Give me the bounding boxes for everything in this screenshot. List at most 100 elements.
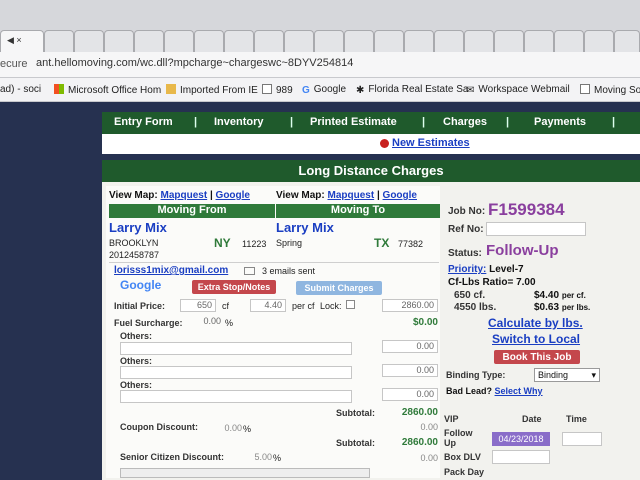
mail-icon: ✉ [466, 85, 475, 96]
initial-total-field[interactable]: 2860.00 [382, 299, 438, 312]
browser-tab[interactable] [104, 30, 134, 52]
box-dlv-date[interactable] [492, 450, 550, 464]
bookmark-label: Imported From IE [180, 85, 258, 96]
bookmark-item[interactable]: ✱ Florida Real Estate Sa [356, 84, 468, 96]
binding-type-label: Binding Type: [446, 370, 506, 380]
follow-up-time[interactable] [562, 432, 602, 446]
browser-tab[interactable] [584, 30, 614, 52]
browser-tab[interactable] [314, 30, 344, 52]
google-link-to[interactable]: Google [383, 190, 417, 201]
senior-discount-input[interactable]: 5.00 [244, 452, 272, 462]
book-this-job-button[interactable]: Book This Job [494, 350, 580, 364]
browser-tab[interactable] [284, 30, 314, 52]
browser-tab[interactable] [134, 30, 164, 52]
priority-link[interactable]: Priority: [448, 264, 486, 275]
switch-to-local-link[interactable]: Switch to Local [492, 332, 580, 346]
others-input[interactable] [120, 366, 352, 379]
from-name: Larry Mix [109, 220, 167, 235]
cf-line: 650 cf. [454, 290, 486, 301]
address-bar[interactable]: ecure ant.hellomoving.com/wc.dll?mpcharg… [0, 52, 640, 78]
ref-no-input[interactable] [486, 222, 586, 236]
priority-row: Priority: Level-7 [448, 264, 524, 275]
browser-tab[interactable] [524, 30, 554, 52]
bookmark-item[interactable]: Microsoft Office Hom [54, 84, 161, 96]
browser-tab[interactable] [434, 30, 464, 52]
google-link-from[interactable]: Google [216, 190, 250, 201]
bookmark-item[interactable]: 989 [262, 84, 293, 96]
follow-up-label: Follow Up [444, 428, 473, 448]
browser-tab[interactable] [254, 30, 284, 52]
fuel-pct: % [225, 318, 234, 328]
bookmark-label: 989 [276, 85, 293, 96]
bookmark-item[interactable]: G Google [302, 84, 346, 96]
nav-separator: | [506, 116, 510, 128]
lock-checkbox[interactable] [346, 300, 355, 309]
bottom-toolbar [120, 468, 370, 478]
ratio-row: Cf-Lbs Ratio= 7.00 [448, 277, 536, 288]
nav-charges[interactable]: Charges [443, 116, 487, 128]
binding-type-select[interactable]: Binding ▾ [534, 368, 600, 382]
bad-lead-row: Bad Lead? Select Why [446, 386, 543, 396]
from-phone: 2012458787 [109, 250, 160, 260]
separator: | [209, 190, 213, 201]
status-value[interactable]: Follow-Up [486, 242, 558, 259]
browser-tab[interactable] [194, 30, 224, 52]
select-why-link[interactable]: Select Why [495, 386, 543, 396]
nav-inventory[interactable]: Inventory [214, 116, 264, 128]
extra-stop-button[interactable]: Extra Stop/Notes [192, 280, 276, 294]
email-link[interactable]: lorisss1mix@gmail.com [114, 265, 228, 276]
ref-no-label: Ref No: [448, 224, 484, 235]
bookmark-item[interactable]: Moving Sof [580, 84, 640, 96]
address-url[interactable]: ant.hellomoving.com/wc.dll?mpcharge~char… [36, 57, 353, 69]
browser-tab[interactable] [404, 30, 434, 52]
new-estimates-link[interactable]: New Estimates [392, 137, 470, 149]
browser-tab[interactable] [44, 30, 74, 52]
subtotal-label: Subtotal: [336, 408, 375, 418]
view-map-label: View Map: [276, 190, 325, 201]
fuel-surcharge-label: Fuel Surcharge: [114, 318, 183, 328]
cf-unit: cf [222, 301, 230, 311]
initial-cf-input[interactable]: 650 [180, 299, 216, 312]
rate-input[interactable]: 4.40 [250, 299, 286, 312]
browser-tab[interactable] [164, 30, 194, 52]
browser-tab[interactable] [224, 30, 254, 52]
mapquest-link-from[interactable]: Mapquest [161, 190, 208, 201]
fuel-surcharge-input[interactable]: 0.00 [196, 316, 224, 329]
star-icon: ✱ [356, 85, 365, 96]
browser-tab[interactable] [344, 30, 374, 52]
coupon-input[interactable]: 0.00 [214, 423, 242, 433]
others-input[interactable] [120, 390, 352, 403]
bookmark-item[interactable]: Imported From IE [166, 84, 258, 96]
nav-separator: | [194, 116, 198, 128]
follow-up-date[interactable]: 04/23/2018 [492, 432, 550, 446]
browser-tab[interactable] [464, 30, 494, 52]
others-total-field[interactable]: 0.00 [382, 340, 438, 353]
browser-tab[interactable] [374, 30, 404, 52]
google-logo[interactable]: Google [120, 278, 161, 292]
envelope-icon[interactable] [244, 267, 255, 275]
browser-tab-active[interactable]: ◀ × [0, 30, 44, 52]
submit-charges-button[interactable]: Submit Charges [296, 281, 382, 295]
folder-icon [166, 84, 176, 94]
nav-printed-estimate[interactable]: Printed Estimate [310, 116, 397, 128]
main-nav: Entry Form | Inventory | Printed Estimat… [102, 112, 640, 134]
address-prefix: ecure [0, 58, 28, 70]
chevron-down-icon: ▾ [591, 370, 596, 380]
bookmark-item[interactable]: ad) - soci [0, 84, 41, 95]
browser-tab[interactable] [614, 30, 640, 52]
fuel-total: $0.00 [412, 317, 438, 328]
lock-label: Lock: [320, 301, 342, 311]
others-input[interactable] [120, 342, 352, 355]
nav-entry-form[interactable]: Entry Form [114, 116, 173, 128]
browser-tab[interactable] [494, 30, 524, 52]
mapquest-link-to[interactable]: Mapquest [328, 190, 375, 201]
calculate-by-lbs-link[interactable]: Calculate by lbs. [488, 316, 583, 330]
others-total-field[interactable]: 0.00 [382, 388, 438, 401]
nav-payments[interactable]: Payments [534, 116, 586, 128]
browser-tab[interactable] [74, 30, 104, 52]
lbs-rate-row: $0.63 per lbs. [534, 302, 590, 313]
others-total-field[interactable]: 0.00 [382, 364, 438, 377]
cf-rate-row: $4.40 per cf. [534, 290, 586, 301]
bookmark-item[interactable]: ✉ Workspace Webmail [466, 84, 570, 96]
browser-tab[interactable] [554, 30, 584, 52]
